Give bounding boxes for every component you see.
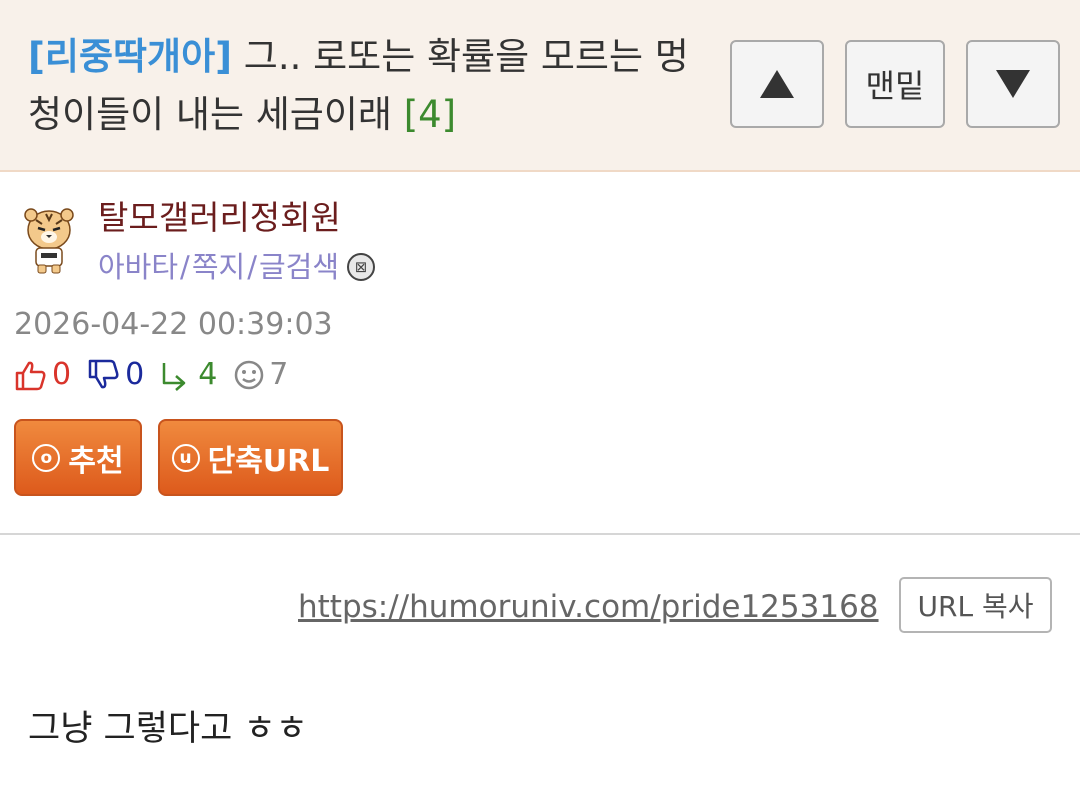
arrow-up-icon bbox=[760, 70, 794, 98]
copy-url-label: URL 복사 bbox=[917, 590, 1034, 623]
copy-url-button[interactable]: URL 복사 bbox=[899, 577, 1052, 633]
post-url-link[interactable]: https://humoruniv.com/pride1253168 bbox=[298, 586, 879, 628]
like-count[interactable]: 0 bbox=[14, 354, 71, 396]
go-bottom-label: 맨밑 bbox=[865, 67, 925, 105]
thumbs-down-icon bbox=[88, 359, 119, 389]
reply-count-value: 4 bbox=[198, 357, 218, 392]
short-url-button[interactable]: u 단축URL bbox=[158, 419, 343, 496]
post-search-link[interactable]: 글검색 bbox=[259, 246, 339, 288]
recommend-label: 추천 bbox=[68, 443, 124, 479]
recommend-button[interactable]: o 추천 bbox=[14, 419, 142, 496]
smiley-icon bbox=[235, 360, 264, 390]
avatar-link[interactable]: 아바타 bbox=[98, 246, 178, 288]
author-name[interactable]: 탈모갤러리정회원 bbox=[98, 196, 341, 240]
content-divider bbox=[0, 533, 1080, 535]
post-stats: 0 0 4 7 bbox=[14, 354, 304, 396]
view-count: 7 bbox=[233, 354, 288, 396]
view-count-value: 7 bbox=[269, 357, 289, 392]
scroll-up-button[interactable] bbox=[730, 40, 824, 128]
dislike-count-value: 0 bbox=[125, 357, 145, 392]
author-links: 아바타 / 쪽지 / 글검색 ⊠ bbox=[98, 246, 376, 288]
link-separator: / bbox=[247, 250, 257, 284]
scroll-down-button[interactable] bbox=[966, 40, 1060, 128]
tiger-avatar-icon bbox=[24, 208, 74, 274]
message-link[interactable]: 쪽지 bbox=[192, 246, 245, 288]
recommend-icon: o bbox=[32, 443, 61, 472]
go-bottom-button[interactable]: 맨밑 bbox=[845, 40, 945, 128]
link-separator: / bbox=[180, 250, 190, 284]
post-header: [리중딱개아] 그.. 로또는 확률을 모르는 멍청이들이 내는 세금이래 [4… bbox=[0, 0, 1080, 172]
post-title: [리중딱개아] 그.. 로또는 확률을 모르는 멍청이들이 내는 세금이래 [4… bbox=[28, 28, 708, 144]
short-url-icon: u bbox=[171, 443, 200, 472]
thumbs-up-icon bbox=[15, 361, 46, 391]
coin-icon[interactable]: ⊠ bbox=[347, 253, 376, 281]
post-date: 2026-04-22 00:39:03 bbox=[14, 307, 333, 342]
short-url-label: 단축URL bbox=[207, 443, 330, 479]
like-count-value: 0 bbox=[52, 357, 72, 392]
post-category[interactable]: [리중딱개아] bbox=[28, 35, 232, 78]
reply-count[interactable]: 4 bbox=[160, 354, 217, 396]
dislike-count[interactable]: 0 bbox=[87, 354, 144, 396]
post-body: 그냥 그렇다고 ㅎㅎ bbox=[28, 709, 308, 749]
avatar[interactable] bbox=[22, 206, 76, 276]
reply-arrow-icon bbox=[162, 363, 186, 391]
comment-count[interactable]: [4] bbox=[404, 93, 456, 136]
arrow-down-icon bbox=[996, 70, 1030, 98]
